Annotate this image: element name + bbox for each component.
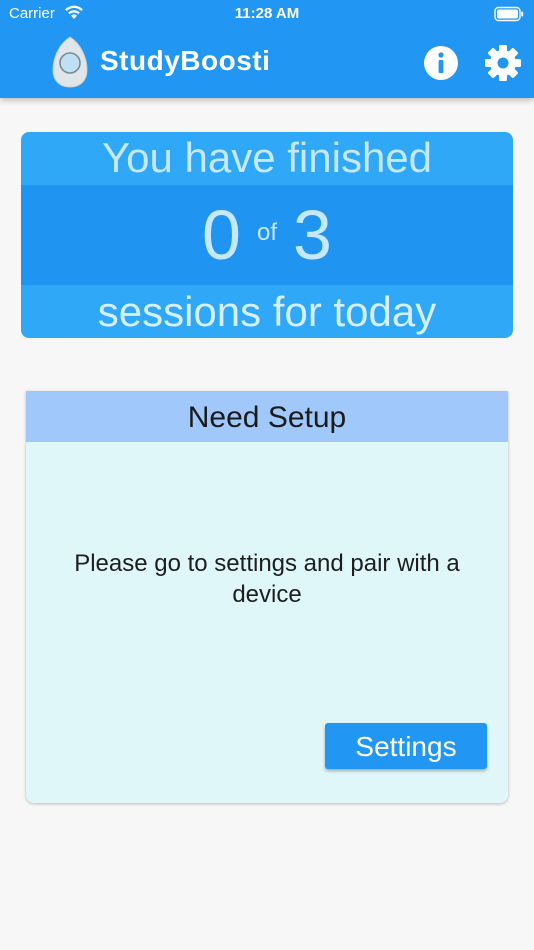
info-icon[interactable] — [423, 45, 459, 81]
status-bar: Carrier 11:28 AM — [0, 0, 534, 28]
settings-button[interactable]: Settings — [325, 723, 487, 769]
completed-count: 0 — [202, 196, 241, 274]
setup-card: Need Setup Please go to settings and pai… — [26, 391, 508, 803]
app-title: StudyBoosti — [100, 45, 271, 76]
battery-icon — [494, 6, 524, 26]
session-counter: 0 of 3 — [21, 185, 513, 285]
clock: 11:28 AM — [234, 5, 300, 22]
progress-heading: You have finished — [101, 134, 433, 181]
gear-icon[interactable] — [484, 44, 522, 82]
setup-message: Please go to settings and pair with a de… — [74, 550, 460, 608]
session-progress-card: You have finished 0 of 3 sessions for toda… — [21, 132, 513, 338]
logo-icon — [52, 36, 88, 93]
app-bar: Carrier 11:28 AM StudyBoosti — [0, 0, 534, 98]
progress-footer: sessions for today — [97, 288, 437, 335]
setup-title: Need Setup — [26, 391, 508, 442]
total-count: 3 — [293, 196, 332, 274]
of-label: of — [256, 219, 277, 246]
